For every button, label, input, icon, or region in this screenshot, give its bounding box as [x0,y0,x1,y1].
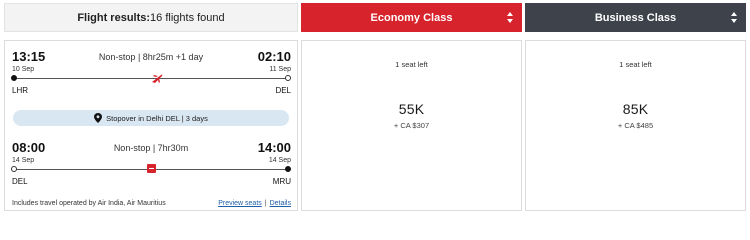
arrival-date: 11 Sep [269,66,291,73]
airline-badge-icon [147,164,156,173]
destination-dot [285,75,291,81]
departure-date: 10 Sep [12,66,35,73]
business-class-label: Business Class [594,11,677,24]
economy-fare-cell[interactable]: 1 seat left 55K + CA $307 [301,40,522,211]
origin-dot [11,166,17,172]
results-count: 16 flights found [150,11,225,24]
airplane-icon [152,74,163,83]
economy-class-label: Economy Class [370,11,453,24]
arrival-airport-code: DEL [275,86,291,95]
preview-seats-link[interactable]: Preview seats [218,200,262,207]
cash-surcharge: + CA $307 [393,121,430,130]
economy-class-header[interactable]: Economy Class [301,3,522,32]
segment-summary: Non-stop | 7hr30m [113,143,189,153]
business-fare-cell[interactable]: 1 seat left 85K + CA $485 [525,40,746,211]
arrival-airport-code: MRU [272,177,291,186]
seats-left-text: 1 seat left [395,60,428,69]
business-class-header[interactable]: Business Class [525,3,746,32]
footer-links: Preview seats | Details [218,200,291,207]
sort-arrows-icon[interactable] [731,12,737,23]
results-label: Flight results: [77,11,151,24]
arrival-time: 14:00 [257,140,291,155]
details-link[interactable]: Details [270,200,291,207]
stopover-text: Stopover in Delhi DEL | 3 days [106,113,208,123]
departure-date: 14 Sep [12,157,35,164]
arrival-date: 14 Sep [268,157,291,164]
destination-dot [285,166,291,172]
segment-summary: Non-stop | 8hr25m +1 day [98,52,204,62]
points-price: 85K [622,101,649,117]
points-price: 55K [398,101,425,117]
departure-airport-code: DEL [12,177,28,186]
departure-airport-code: LHR [12,86,29,95]
operated-by-text: Includes travel operated by Air India, A… [12,200,166,207]
location-pin-icon [94,113,103,123]
sort-arrows-icon[interactable] [507,12,513,23]
seats-left-text: 1 seat left [619,60,652,69]
stopover-banner: Stopover in Delhi DEL | 3 days [13,110,289,126]
arrival-time: 02:10 [257,49,291,64]
flight-results-header: Flight results: 16 flights found [4,3,298,32]
operated-by-footer: Includes travel operated by Air India, A… [12,200,291,207]
origin-dot [11,75,17,81]
link-separator: | [264,200,267,207]
cash-surcharge: + CA $485 [617,121,654,130]
flight-itinerary-card: 13:15 Non-stop | 8hr25m +1 day 02:10 10 … [4,40,298,211]
